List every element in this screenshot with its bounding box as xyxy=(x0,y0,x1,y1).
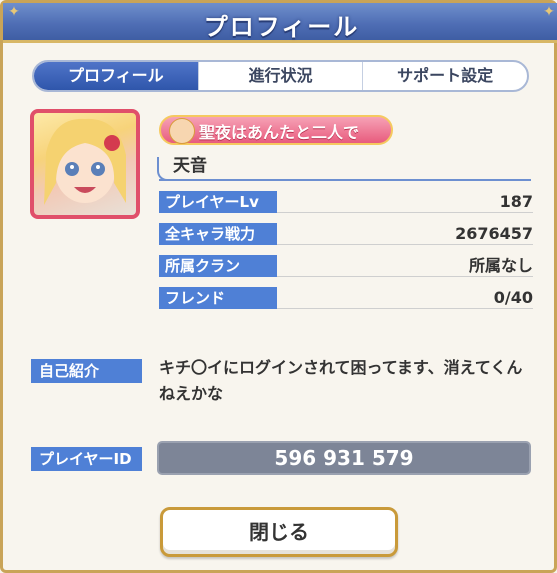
stat-label: フレンド xyxy=(159,287,277,309)
name-ornament-icon xyxy=(157,157,173,181)
stat-value: 187 xyxy=(499,192,533,211)
tab-bar: プロフィール 進行状況 サポート設定 xyxy=(32,60,529,92)
corner-ornament-icon: ✦ xyxy=(543,4,555,20)
profile-dialog: ✦ プロフィール ✦ プロフィール 進行状況 サポート設定 聖夜はあんたと二人で… xyxy=(0,0,557,573)
divider xyxy=(277,244,533,245)
self-intro-text: キチ〇イにログインされて困ってます、消えてくんねえかな xyxy=(159,358,523,403)
divider xyxy=(277,276,533,277)
title-badge-label: 聖夜はあんたと二人で xyxy=(199,123,360,142)
character-portrait-icon xyxy=(44,118,126,205)
stat-row-clan: 所属クラン 所属なし xyxy=(159,255,533,277)
stat-row-level: プレイヤーLv 187 xyxy=(159,191,533,213)
stat-value: 所属なし xyxy=(468,256,533,275)
player-id-value: 596 931 579 xyxy=(157,441,531,475)
stat-row-friends: フレンド 0/40 xyxy=(159,287,533,309)
stat-label: 全キャラ戦力 xyxy=(159,223,277,245)
close-button[interactable]: 閉じる xyxy=(160,507,398,557)
divider xyxy=(159,179,531,181)
stat-value: 0/40 xyxy=(493,288,533,307)
tab-support-settings[interactable]: サポート設定 xyxy=(362,62,527,90)
player-name: 天音 xyxy=(173,156,207,176)
title-badge: 聖夜はあんたと二人で xyxy=(159,115,393,145)
self-intro-label: 自己紹介 xyxy=(31,359,142,383)
dialog-title: プロフィール xyxy=(203,13,360,41)
badge-portrait-icon xyxy=(169,118,195,144)
tab-profile[interactable]: プロフィール xyxy=(34,62,198,90)
stat-label: プレイヤーLv xyxy=(159,191,277,213)
tab-progress[interactable]: 進行状況 xyxy=(197,62,363,90)
stat-value: 2676457 xyxy=(455,224,533,243)
stat-label: 所属クラン xyxy=(159,255,277,277)
title-bar: ✦ プロフィール ✦ xyxy=(3,3,557,43)
avatar xyxy=(30,109,140,219)
stat-row-power: 全キャラ戦力 2676457 xyxy=(159,223,533,245)
player-id-label: プレイヤーID xyxy=(31,447,142,471)
divider xyxy=(277,212,533,213)
divider xyxy=(277,308,533,309)
